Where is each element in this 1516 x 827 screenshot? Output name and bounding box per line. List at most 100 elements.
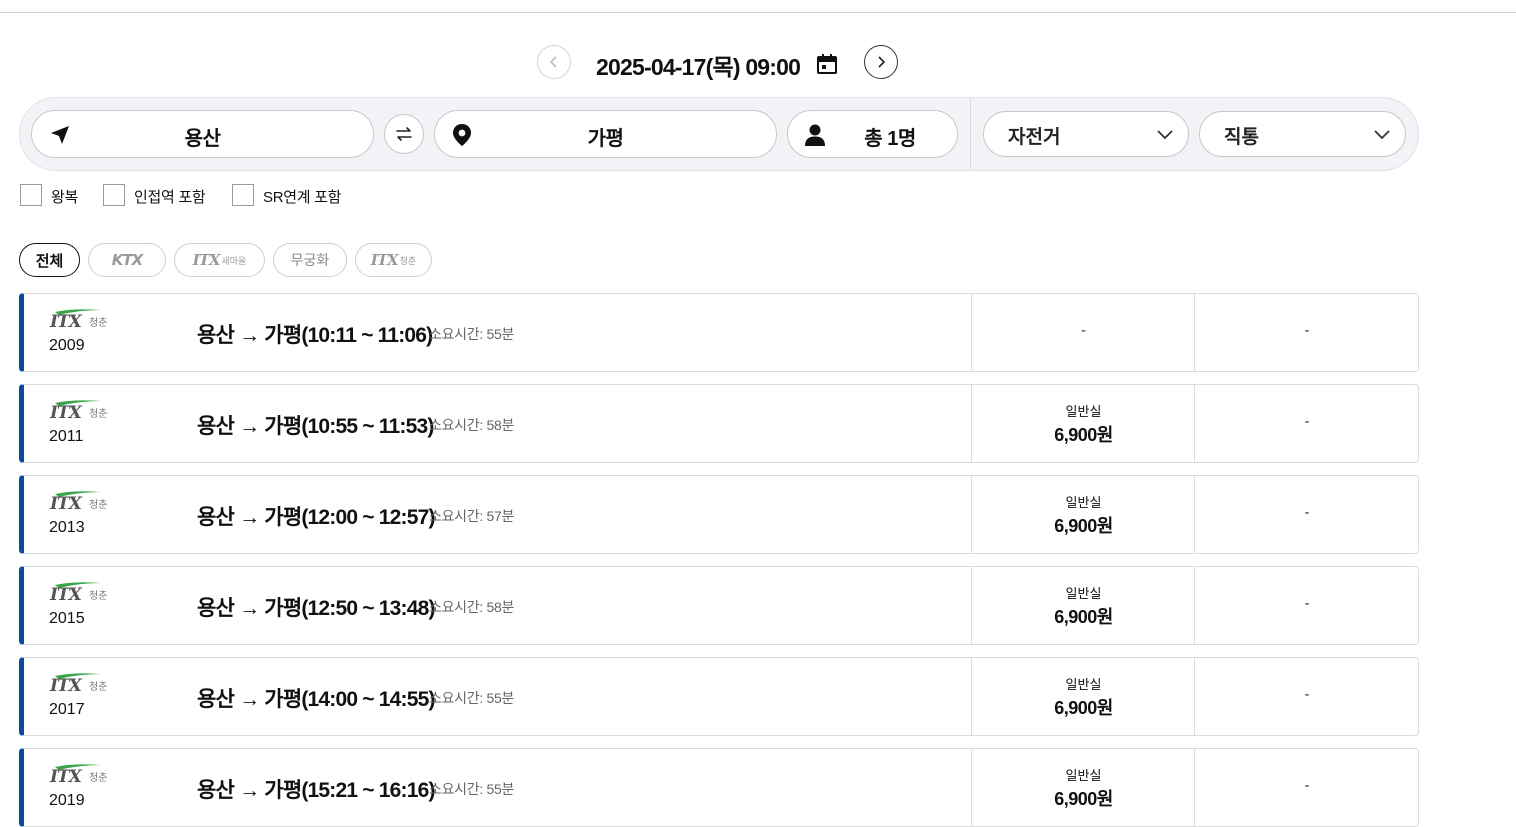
travel-duration: 소요시간: 55분 (429, 326, 515, 342)
train-row[interactable]: ITX 청춘 2011 용산 → 가평(10:55 ~ 11:53) 소요시간:… (19, 384, 1419, 463)
chevron-down-icon (1156, 125, 1174, 148)
bike-option-dropdown[interactable]: 자전거 (983, 111, 1189, 157)
train-row[interactable]: ITX 청춘 2013 용산 → 가평(12:00 ~ 12:57) 소요시간:… (19, 475, 1419, 554)
seat-unavailable: - (1304, 504, 1310, 521)
train-route-time: 용산 → 가평(12:00 ~ 12:57) (197, 506, 436, 529)
filter-tab-itx-saemaeul[interactable]: ITX 새마을 (174, 243, 265, 277)
train-row[interactable]: ITX 청춘 2015 용산 → 가평(12:50 ~ 13:48) 소요시간:… (19, 566, 1419, 645)
svg-text:청춘: 청춘 (89, 317, 107, 329)
svg-text:청춘: 청춘 (89, 408, 107, 420)
svg-text:ITX: ITX (49, 767, 83, 785)
route-option-dropdown[interactable]: 직통 (1199, 111, 1406, 157)
seat-unavailable: - (1304, 595, 1310, 612)
seat-unavailable: - (1304, 322, 1310, 339)
origin-station-field[interactable]: 용산 (31, 110, 374, 158)
seat-class-label: 일반실 (1065, 495, 1102, 510)
checkbox-box[interactable] (20, 184, 42, 206)
train-number: 2017 (49, 701, 85, 718)
selected-date[interactable]: 2025-04-17(목) 09:00 (596, 48, 801, 82)
itx-cheongchun-logo: ITX 청춘 (49, 763, 119, 787)
seat-unavailable: - (1304, 413, 1310, 430)
destination-label: 가평 (587, 128, 624, 150)
seat-class-label: 일반실 (1065, 586, 1102, 601)
train-row[interactable]: ITX 청춘 2019 용산 → 가평(15:21 ~ 16:16) 소요시간:… (19, 748, 1419, 827)
general-seat-cell[interactable]: - (971, 294, 1195, 371)
travel-duration: 소요시간: 55분 (429, 690, 515, 706)
seat-unavailable: - (1304, 777, 1310, 794)
travel-duration: 소요시간: 55분 (429, 781, 515, 797)
round-trip-checkbox[interactable]: 왕복 (20, 183, 90, 207)
train-number: 2013 (49, 519, 85, 536)
svg-text:청춘: 청춘 (89, 590, 107, 602)
sr-connection-checkbox[interactable]: SR연계 포함 (232, 183, 362, 207)
passenger-count-field[interactable]: 총 1명 (787, 110, 958, 158)
general-seat-cell[interactable]: 일반실 6,900원 (971, 749, 1195, 826)
filter-tab-itx-cheongchun[interactable]: ITX 청춘 (355, 243, 432, 277)
train-route-time: 용산 → 가평(12:50 ~ 13:48) (197, 597, 436, 620)
train-number: 2011 (49, 428, 84, 445)
filter-tab-label: 무궁화 (290, 252, 330, 268)
itx-logo: ITX (370, 251, 399, 269)
special-seat-cell[interactable]: - (1194, 658, 1419, 735)
svg-text:ITX: ITX (49, 312, 83, 330)
nearby-station-checkbox[interactable]: 인접역 포함 (103, 183, 223, 207)
seat-class-label: 일반실 (1065, 404, 1102, 419)
itx-saemaeul-sub-label: 새마을 (221, 255, 247, 266)
checkbox-box[interactable] (103, 184, 125, 206)
train-route-time: 용산 → 가평(10:55 ~ 11:53) (197, 415, 434, 438)
train-route-time: 용산 → 가평(10:11 ~ 11:06) (197, 324, 433, 347)
filter-tab-mugunghwa[interactable]: 무궁화 (273, 243, 347, 277)
destination-station-field[interactable]: 가평 (434, 110, 777, 158)
train-number: 2015 (49, 610, 85, 627)
itx-logo: ITX (192, 251, 221, 269)
train-route-time: 용산 → 가평(14:00 ~ 14:55) (197, 688, 436, 711)
chevron-left-icon (549, 56, 557, 68)
svg-text:청춘: 청춘 (89, 772, 107, 784)
search-bar: 용산 가평 총 1명 자전거 직통 (19, 97, 1419, 171)
seat-class-label: 일반실 (1065, 768, 1102, 783)
previous-day-button[interactable] (537, 45, 571, 79)
calendar-icon[interactable] (816, 53, 838, 80)
train-row[interactable]: ITX 청춘 2017 용산 → 가평(14:00 ~ 14:55) 소요시간:… (19, 657, 1419, 736)
general-seat-cell[interactable]: 일반실 6,900원 (971, 476, 1195, 553)
itx-cheongchun-logo: ITX 청춘 (49, 399, 119, 423)
special-seat-cell[interactable]: - (1194, 749, 1419, 826)
travel-duration: 소요시간: 57분 (429, 508, 515, 524)
filter-tab-all[interactable]: 전체 (19, 243, 80, 277)
swap-stations-button[interactable] (384, 114, 424, 154)
checkbox-box[interactable] (232, 184, 254, 206)
person-icon (804, 123, 826, 152)
svg-text:ITX: ITX (49, 494, 83, 512)
seat-unavailable: - (1304, 686, 1310, 703)
special-seat-cell[interactable]: - (1194, 476, 1419, 553)
filter-tab-label: 전체 (35, 252, 64, 270)
special-seat-cell[interactable]: - (1194, 385, 1419, 462)
top-divider (0, 12, 1516, 13)
filter-tab-ktx[interactable]: KTX (88, 243, 166, 277)
ktx-logo: KTX (111, 251, 143, 269)
swap-icon (396, 127, 412, 141)
svg-text:청춘: 청춘 (89, 499, 107, 511)
chevron-down-icon (1373, 125, 1391, 148)
seat-price: 6,900원 (1054, 607, 1113, 627)
general-seat-cell[interactable]: 일반실 6,900원 (971, 658, 1195, 735)
train-row[interactable]: ITX 청춘 2009 용산 → 가평(10:11 ~ 11:06) 소요시간:… (19, 293, 1419, 372)
bike-option-label: 자전거 (1008, 127, 1061, 148)
special-seat-cell[interactable]: - (1194, 294, 1419, 371)
train-route-time: 용산 → 가평(15:21 ~ 16:16) (197, 779, 436, 802)
seat-unavailable: - (1081, 322, 1086, 339)
next-day-button[interactable] (864, 45, 898, 79)
svg-text:청춘: 청춘 (89, 681, 107, 693)
travel-duration: 소요시간: 58분 (429, 599, 515, 615)
general-seat-cell[interactable]: 일반실 6,900원 (971, 567, 1195, 644)
train-number: 2009 (49, 337, 85, 354)
seat-price: 6,900원 (1054, 698, 1113, 718)
itx-cheongchun-sub-label: 청춘 (399, 255, 417, 266)
seat-price: 6,900원 (1054, 789, 1113, 809)
itx-cheongchun-logo: ITX 청춘 (49, 490, 119, 514)
special-seat-cell[interactable]: - (1194, 567, 1419, 644)
svg-text:ITX: ITX (49, 676, 83, 694)
general-seat-cell[interactable]: 일반실 6,900원 (971, 385, 1195, 462)
checkbox-label: 인접역 포함 (134, 189, 206, 206)
checkbox-label: SR연계 포함 (263, 189, 342, 206)
